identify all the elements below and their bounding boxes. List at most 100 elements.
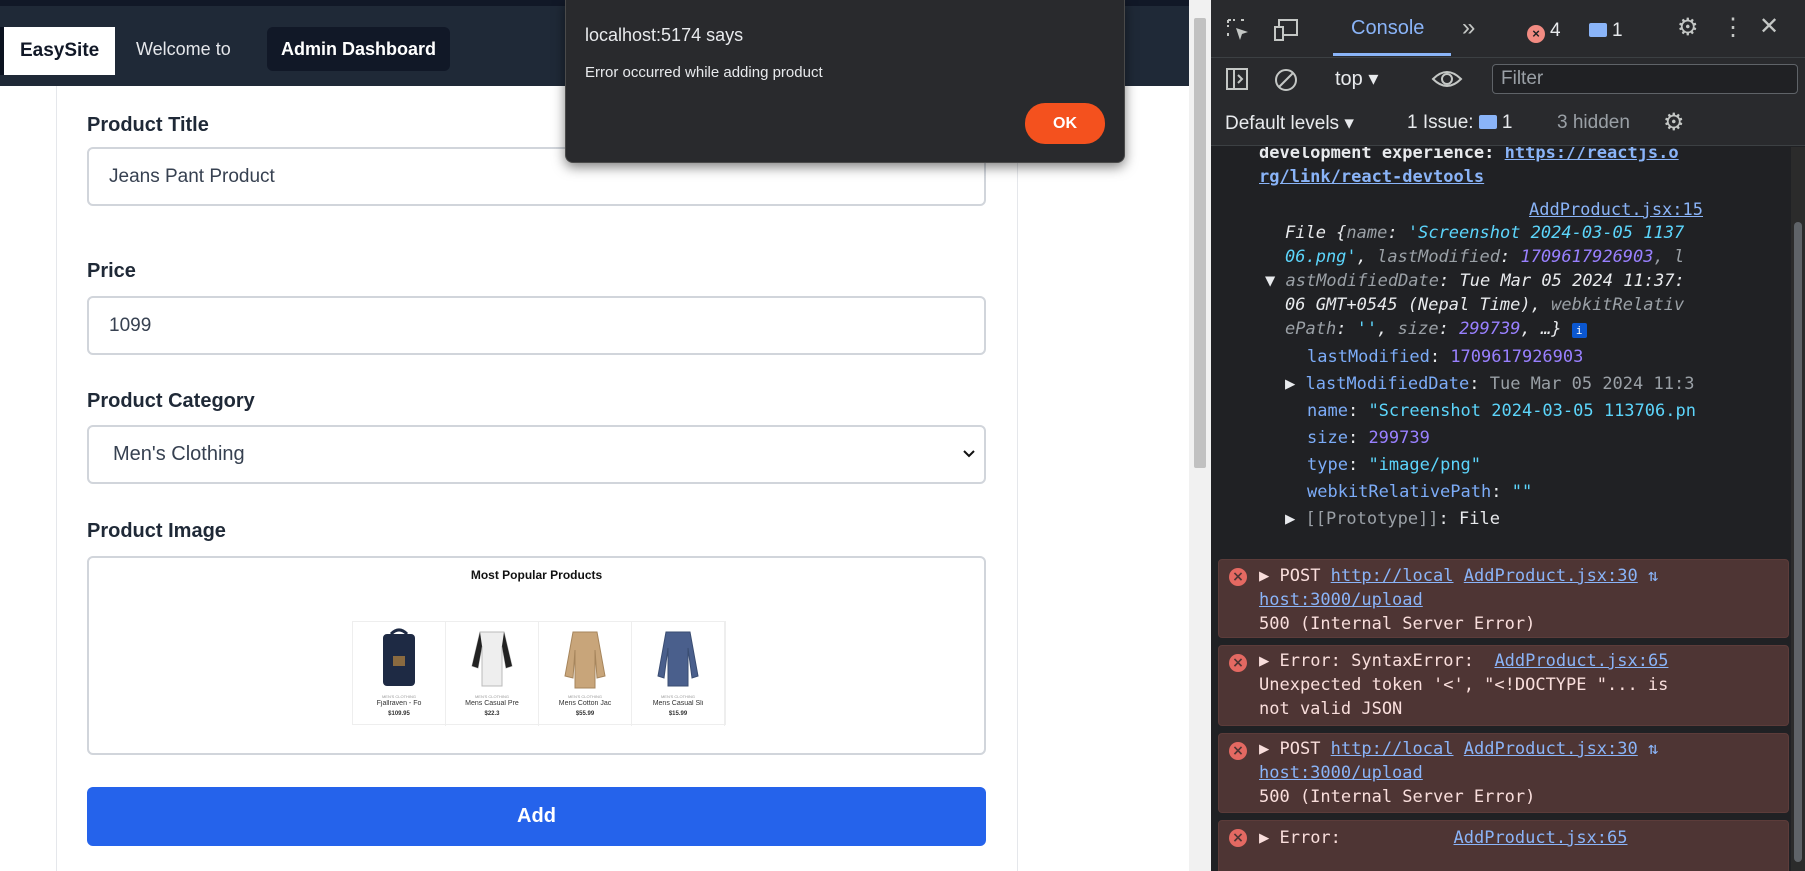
product-category-label: Product Category <box>87 390 255 412</box>
console-prop-row: webkitRelativePath: "" <box>1307 482 1533 502</box>
product-category-select[interactable]: Men's Clothing <box>87 425 986 484</box>
preview-product-row: MEN'S CLOTHING Fjallraven - Fo $109.95 M… <box>352 621 726 726</box>
tab-console-underline <box>1333 53 1451 56</box>
nav-welcome-link[interactable]: Welcome to <box>122 27 245 71</box>
caret-down-icon: ▼ <box>1265 271 1286 291</box>
console-line: File {name: 'Screenshot 2024-03-05 1137 <box>1285 223 1685 243</box>
product-image-label: Product Image <box>87 520 226 542</box>
console-filter-input[interactable]: Filter <box>1492 64 1798 94</box>
page-scrollbar[interactable] <box>1189 0 1211 871</box>
console-line: ePath: '', size: 299739, …} i <box>1285 317 1587 341</box>
product-image-preview[interactable]: Most Popular Products MEN'S CLOTHING Fja… <box>87 556 986 755</box>
console-line: rg/link/react-devtools <box>1259 165 1484 189</box>
console-output: development experience: https://reactjs.… <box>1211 147 1805 871</box>
message-icon <box>1589 23 1607 37</box>
caret-down-icon: ▾ <box>1344 113 1354 134</box>
source-link[interactable]: AddProduct.jsx:65 <box>1494 651 1668 671</box>
devtools-toolbar: Console » × 4 1 ⚙ ⋮ ✕ <box>1211 0 1805 58</box>
devtools-panel: Console » × 4 1 ⚙ ⋮ ✕ top ▾ Filter Defaul… <box>1211 0 1805 871</box>
console-prop-row: type: "image/png" <box>1307 455 1482 475</box>
tab-console[interactable]: Console <box>1351 17 1424 40</box>
console-toolbar: top ▾ Filter <box>1211 58 1805 100</box>
device-toggle-icon[interactable] <box>1273 17 1301 48</box>
issues-link[interactable]: 1 Issue: 1 <box>1407 112 1512 134</box>
console-prop-row: name: "Screenshot 2024-03-05 113706.pn <box>1307 401 1696 421</box>
upload-url-link[interactable]: http://local <box>1331 739 1454 759</box>
caret-right-icon: ▶ <box>1259 651 1280 671</box>
error-icon: × <box>1229 829 1247 847</box>
console-line: development experience: https://reactjs.… <box>1259 147 1679 165</box>
eye-icon[interactable] <box>1431 67 1463 96</box>
caret-right-icon: ▶ <box>1285 374 1306 394</box>
caret-right-icon: ▶ <box>1259 828 1280 848</box>
jacket-image <box>564 631 606 689</box>
product-title-label: Product Title <box>87 114 209 136</box>
dialog-message: Error occurred while adding product <box>585 64 823 81</box>
console-error-row[interactable]: × ▶ POST http://local AddProduct.jsx:30 … <box>1218 559 1789 638</box>
error-icon: × <box>1527 25 1545 43</box>
console-prop-row[interactable]: ▶ [[Prototype]]: File <box>1285 507 1500 531</box>
source-link[interactable]: AddProduct.jsx:30 <box>1464 566 1638 586</box>
source-link[interactable]: AddProduct.jsx:65 <box>1454 828 1628 848</box>
react-devtools-link[interactable]: https://reactjs.o <box>1505 147 1679 163</box>
console-levels-bar: Default levels ▾ 1 Issue: 1 3 hidden ⚙ <box>1211 100 1805 146</box>
dialog-ok-button[interactable]: OK <box>1025 103 1105 144</box>
error-icon: × <box>1229 742 1247 760</box>
caret-down-icon: ▾ <box>1368 68 1379 90</box>
preview-title: Most Popular Products <box>470 568 603 582</box>
error-icon: × <box>1229 654 1247 672</box>
error-count-badge[interactable]: × 4 <box>1527 20 1561 43</box>
brand-logo[interactable]: EasySite <box>0 27 116 75</box>
console-scroll-thumb[interactable] <box>1794 222 1802 862</box>
caret-right-icon: ▶ <box>1285 509 1306 529</box>
preview-product-card: MEN'S CLOTHING Mens Cotton Jac $55.99 <box>539 622 632 726</box>
upload-url-link[interactable]: http://local <box>1331 566 1454 586</box>
network-request-icon[interactable]: ⇅ <box>1648 739 1658 759</box>
add-product-button[interactable]: Add <box>87 787 986 846</box>
react-devtools-link-cont[interactable]: rg/link/react-devtools <box>1259 167 1484 187</box>
clear-console-icon[interactable] <box>1273 67 1299 98</box>
preview-product-card: MEN'S CLOTHING Mens Casual Sli $15.99 <box>632 622 725 726</box>
sidebar-toggle-icon[interactable] <box>1225 67 1249 96</box>
page-scroll-thumb[interactable] <box>1194 18 1206 468</box>
console-prop-row: lastModified: 1709617926903 <box>1307 347 1584 367</box>
price-input[interactable]: 1099 <box>87 296 986 355</box>
price-label: Price <box>87 260 136 282</box>
console-error-row[interactable]: × ▶ Error: SyntaxError: AddProduct.jsx:6… <box>1218 645 1789 726</box>
slim-shirt-image <box>657 631 699 687</box>
more-tabs-icon[interactable]: » <box>1462 16 1475 40</box>
nav-admin-dashboard-link[interactable]: Admin Dashboard <box>267 27 451 71</box>
error-icon: × <box>1229 568 1247 586</box>
console-error-row[interactable]: × ▶ POST http://local AddProduct.jsx:30 … <box>1218 733 1789 813</box>
default-levels-dropdown[interactable]: Default levels ▾ <box>1225 112 1354 135</box>
console-prop-row[interactable]: ▶ lastModifiedDate: Tue Mar 05 2024 11:3 <box>1285 372 1694 396</box>
console-line: 06 GMT+0545 (Nepal Time), webkitRelativ <box>1285 295 1685 315</box>
console-error-row[interactable]: × ▶ Error: AddProduct.jsx:65 <box>1218 820 1789 871</box>
backpack-image <box>383 628 415 686</box>
network-request-icon[interactable]: ⇅ <box>1648 566 1658 586</box>
context-selector[interactable]: top ▾ <box>1335 66 1378 91</box>
info-icon[interactable]: i <box>1571 323 1587 338</box>
hidden-count: 3 hidden <box>1557 112 1630 133</box>
console-settings-gear-icon[interactable]: ⚙ <box>1663 111 1685 135</box>
kebab-menu-icon[interactable]: ⋮ <box>1721 16 1745 40</box>
source-link[interactable]: AddProduct.jsx:15 <box>1529 198 1703 222</box>
console-prop-row: size: 299739 <box>1307 428 1430 448</box>
caret-right-icon: ▶ <box>1259 739 1280 759</box>
message-icon <box>1478 115 1497 129</box>
console-expand-row[interactable]: ▼ astModifiedDate: Tue Mar 05 2024 11:37… <box>1265 269 1685 293</box>
gear-icon[interactable]: ⚙ <box>1677 16 1699 40</box>
message-count-badge[interactable]: 1 <box>1589 20 1623 42</box>
preview-product-card: MEN'S CLOTHING Mens Casual Pre $22.3 <box>446 622 539 726</box>
dialog-title: localhost:5174 says <box>585 25 744 45</box>
console-line: 06.png', lastModified: 1709617926903, l <box>1285 247 1685 267</box>
chevron-down-icon <box>962 427 976 505</box>
alert-dialog: localhost:5174 says Error occurred while… <box>565 0 1125 163</box>
source-link[interactable]: AddProduct.jsx:30 <box>1464 739 1638 759</box>
product-category-value: Men's Clothing <box>113 443 245 465</box>
inspect-element-icon[interactable] <box>1225 17 1251 48</box>
console-scrollbar[interactable] <box>1791 147 1805 871</box>
close-icon[interactable]: ✕ <box>1759 15 1779 39</box>
caret-right-icon: ▶ <box>1259 566 1280 586</box>
raglan-shirt-image <box>471 631 513 687</box>
